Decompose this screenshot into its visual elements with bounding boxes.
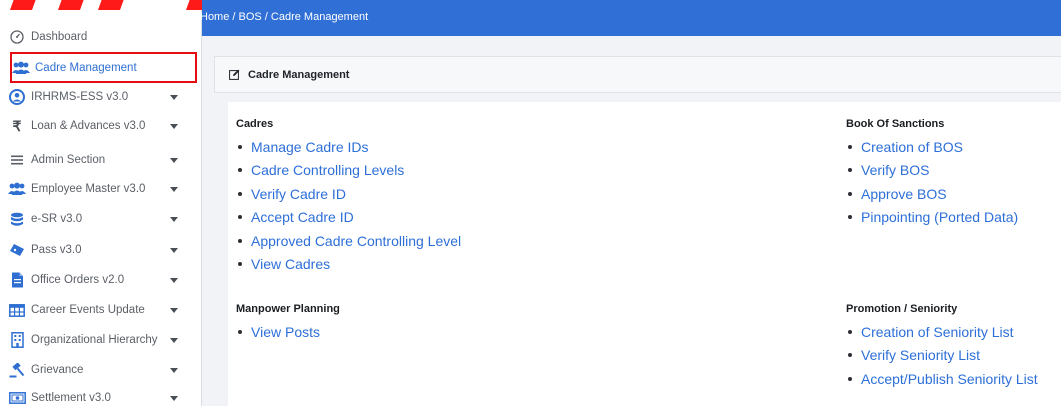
sidebar-item-label: Career Events Update — [31, 304, 145, 316]
file-icon — [8, 271, 26, 289]
chevron-down-icon — [170, 278, 178, 283]
database-icon — [8, 210, 26, 228]
money-icon — [8, 389, 26, 406]
seniority-links: Creation of Seniority List Verify Senior… — [846, 320, 1038, 391]
section-title-promotion-seniority: Promotion / Seniority — [846, 303, 958, 315]
sidebar-item-e-sr[interactable]: e-SR v3.0 — [8, 205, 198, 233]
panel-header: Cadre Management — [214, 56, 1061, 93]
sidebar-item-organizational-hierarchy[interactable]: Organizational Hierarchy — [8, 326, 198, 354]
building-icon — [8, 331, 26, 349]
chevron-down-icon — [170, 308, 178, 313]
sidebar-item-label: IRHRMS-ESS v3.0 — [31, 91, 129, 103]
sidebar-item-employee-master[interactable]: Employee Master v3.0 — [8, 175, 198, 203]
breadcrumb[interactable]: Home / BOS / Cadre Management — [200, 11, 368, 23]
ticket-icon — [8, 241, 26, 259]
sidebar-item-label: Organizational Hierarchy — [31, 334, 158, 346]
menu-bars-icon — [8, 151, 26, 169]
sidebar-item-label: Pass v3.0 — [31, 244, 82, 256]
sidebar-item-cadre-management[interactable]: Cadre Management — [10, 52, 197, 83]
sidebar-item-label: Office Orders v2.0 — [31, 274, 125, 286]
dashboard-icon — [8, 28, 26, 46]
table-grid-icon — [8, 301, 26, 319]
link-accept-publish-seniority-list[interactable]: Accept/Publish Seniority List — [846, 367, 1038, 391]
sidebar-item-label: e-SR v3.0 — [31, 213, 83, 225]
link-view-cadres[interactable]: View Cadres — [236, 253, 461, 277]
link-verify-cadre-id[interactable]: Verify Cadre ID — [236, 182, 461, 206]
link-verify-seniority-list[interactable]: Verify Seniority List — [846, 344, 1038, 368]
sidebar-item-label: Dashboard — [31, 31, 88, 43]
sidebar-item-label: Cadre Management — [35, 61, 137, 74]
sidebar-item-label: Settlement v3.0 — [31, 392, 111, 404]
sidebar-item-label: Admin Section — [31, 154, 106, 166]
section-title-manpower-planning: Manpower Planning — [236, 303, 340, 315]
sidebar-item-loan-advances[interactable]: ₹ Loan & Advances v3.0 — [8, 112, 198, 140]
edit-icon — [229, 69, 240, 80]
chevron-down-icon — [170, 217, 178, 222]
chevron-down-icon — [170, 248, 178, 253]
bos-links: Creation of BOS Verify BOS Approve BOS P… — [846, 135, 1018, 229]
sidebar-item-dashboard[interactable]: Dashboard — [8, 23, 198, 51]
panel-body: Cadres Manage Cadre IDs Cadre Controllin… — [228, 102, 1061, 406]
user-circle-icon — [8, 88, 26, 106]
sidebar-item-grievance[interactable]: Grievance — [8, 356, 198, 384]
panel-title: Cadre Management — [248, 68, 350, 81]
sidebar-item-label: Employee Master v3.0 — [31, 183, 146, 195]
sidebar-item-label: Loan & Advances v3.0 — [31, 120, 146, 132]
link-manage-cadre-ids[interactable]: Manage Cadre IDs — [236, 135, 461, 159]
link-verify-bos[interactable]: Verify BOS — [846, 159, 1018, 183]
chevron-down-icon — [170, 368, 178, 373]
chevron-down-icon — [170, 124, 178, 129]
cadres-links: Manage Cadre IDs Cadre Controlling Level… — [236, 135, 461, 276]
section-title-cadres: Cadres — [236, 118, 274, 130]
chevron-down-icon — [170, 95, 178, 100]
link-approve-bos[interactable]: Approve BOS — [846, 182, 1018, 206]
users-group-icon — [12, 59, 30, 77]
link-accept-cadre-id[interactable]: Accept Cadre ID — [236, 206, 461, 230]
manpower-links: View Posts — [236, 320, 320, 344]
chevron-down-icon — [170, 187, 178, 192]
chevron-down-icon — [170, 338, 178, 343]
chevron-down-icon — [170, 396, 178, 401]
sidebar-item-settlement[interactable]: Settlement v3.0 — [8, 384, 198, 406]
sidebar-item-label: Grievance — [31, 364, 84, 376]
sidebar-item-career-events[interactable]: Career Events Update — [8, 296, 198, 324]
sidebar: Dashboard Cadre Management IRHRMS-ESS v3… — [0, 0, 202, 406]
section-title-book-of-sanctions: Book Of Sanctions — [846, 118, 945, 130]
sidebar-item-pass[interactable]: Pass v3.0 — [8, 236, 198, 264]
users-group-icon — [8, 180, 26, 198]
link-creation-of-bos[interactable]: Creation of BOS — [846, 135, 1018, 159]
link-cadre-controlling-levels[interactable]: Cadre Controlling Levels — [236, 159, 461, 183]
brand-accent-stripe — [0, 0, 202, 10]
sidebar-item-office-orders[interactable]: Office Orders v2.0 — [8, 266, 198, 294]
chevron-down-icon — [170, 158, 178, 163]
main-content: Cadre Management Cadres Manage Cadre IDs… — [202, 36, 1061, 406]
link-creation-of-seniority-list[interactable]: Creation of Seniority List — [846, 320, 1038, 344]
sidebar-item-irhrms-ess[interactable]: IRHRMS-ESS v3.0 — [8, 83, 198, 111]
gavel-icon — [8, 361, 26, 379]
link-approved-cadre-controlling-level[interactable]: Approved Cadre Controlling Level — [236, 229, 461, 253]
sidebar-item-admin-section[interactable]: Admin Section — [8, 146, 198, 174]
rupee-icon: ₹ — [12, 117, 22, 134]
link-pinpointing-ported-data[interactable]: Pinpointing (Ported Data) — [846, 206, 1018, 230]
link-view-posts[interactable]: View Posts — [236, 320, 320, 344]
